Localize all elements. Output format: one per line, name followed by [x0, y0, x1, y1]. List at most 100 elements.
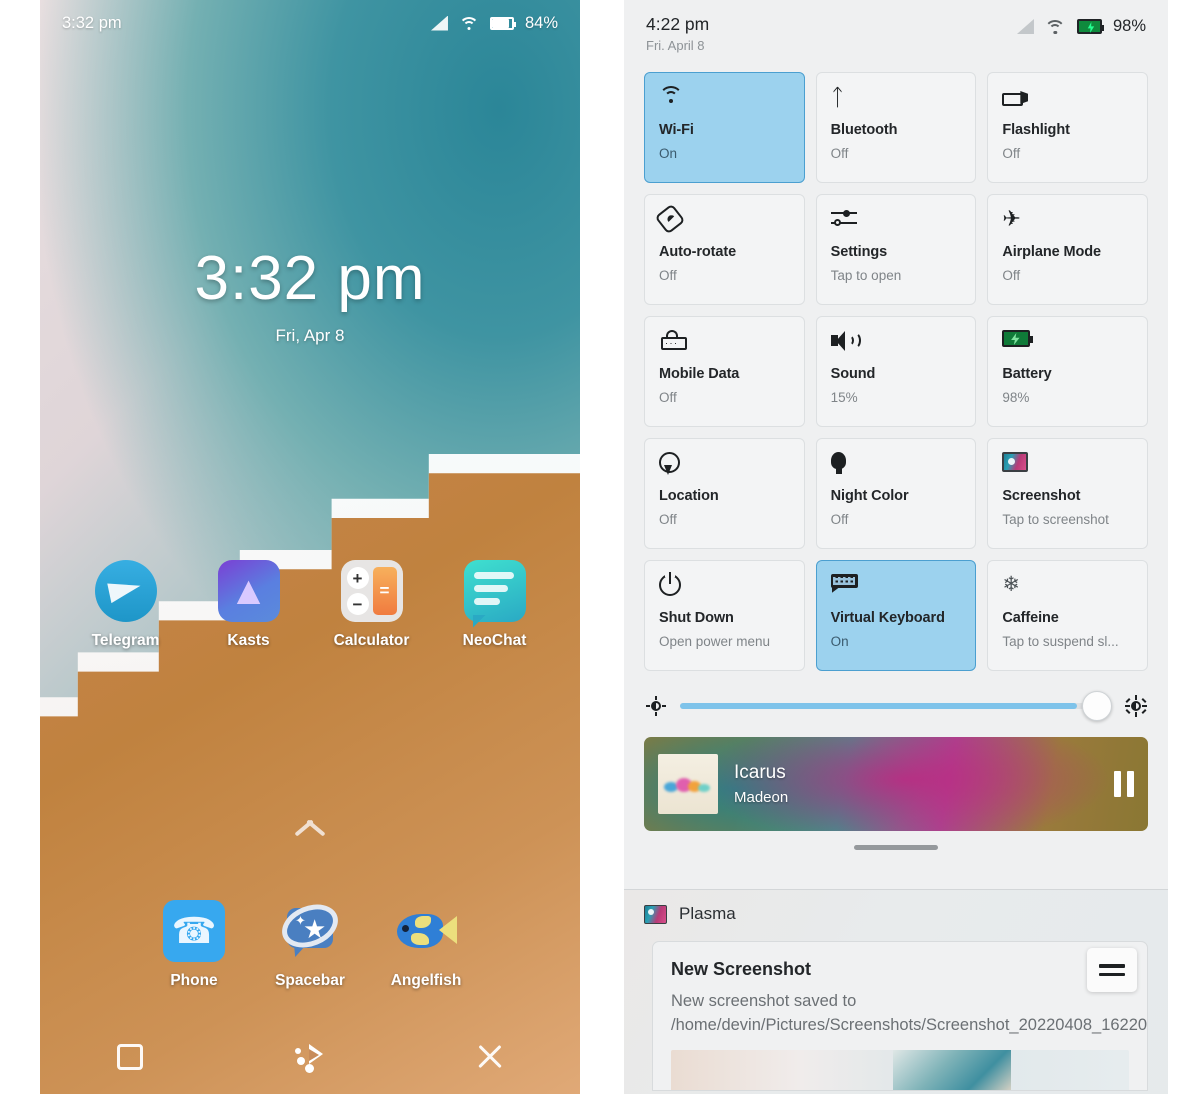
tile-mobile-data[interactable]: ․․․ Mobile Data Off — [644, 316, 805, 427]
x-icon — [475, 1042, 505, 1072]
media-title: Icarus — [734, 762, 786, 783]
slider-knob[interactable] — [1082, 691, 1112, 721]
tile-state: Off — [1002, 268, 1021, 283]
dots-arrow-icon — [293, 1042, 327, 1073]
quick-settings-grid: Wi-Fi On ᛏ Bluetooth Off Flashlight Off … — [624, 72, 1168, 671]
app-phone[interactable]: ☎ Phone — [136, 900, 252, 990]
flashlight-icon — [1002, 91, 1028, 106]
tile-shut-down[interactable]: Shut Down Open power menu — [644, 560, 805, 671]
notification-card[interactable]: New Screenshot New screenshot saved to /… — [652, 941, 1148, 1091]
app-spacebar[interactable]: ✦ ★ Spacebar — [252, 896, 368, 990]
media-artist: Madeon — [734, 789, 789, 806]
close-button[interactable] — [400, 1020, 580, 1094]
app-telegram[interactable]: Telegram — [64, 560, 187, 650]
app-kasts[interactable]: ▲ Kasts — [187, 560, 310, 650]
tile-label: Auto-rotate — [659, 244, 737, 260]
battery-charging-icon — [1002, 330, 1034, 347]
tile-wifi[interactable]: Wi-Fi On — [644, 72, 805, 183]
phone-status-bar: 3:32 pm 84% — [40, 0, 580, 46]
tile-state: Off — [659, 390, 677, 405]
tile-state: Open power menu — [659, 634, 771, 649]
tile-screenshot[interactable]: Screenshot Tap to screenshot — [987, 438, 1148, 549]
hamburger-menu-icon[interactable] — [1087, 948, 1137, 992]
calculator-icon: + − = — [340, 560, 403, 622]
snowflake-icon: ❄ — [1002, 573, 1020, 596]
tile-label: Caffeine — [1002, 610, 1059, 626]
notification-app-header: Plasma — [624, 890, 1168, 924]
notification-title: New Screenshot — [671, 959, 812, 979]
tile-label: Battery — [1002, 366, 1052, 382]
power-icon — [659, 571, 681, 596]
notification-area: Plasma New Screenshot New screenshot sav… — [624, 889, 1168, 1094]
tile-state: Tap to screenshot — [1002, 512, 1109, 527]
airplane-icon: ✈ — [1002, 206, 1021, 231]
lockscreen-clock: 3:32 pm Fri, Apr 8 — [40, 248, 580, 346]
kasts-icon: ▲ — [217, 560, 280, 622]
phone-navigation-bar — [40, 1020, 580, 1094]
phone-status-time: 3:32 pm — [62, 13, 122, 32]
pause-icon[interactable] — [1114, 771, 1134, 797]
notification-app-name: Plasma — [679, 904, 736, 923]
battery-icon — [489, 16, 516, 30]
app-label: Kasts — [227, 632, 270, 649]
app-calculator[interactable]: + − = Calculator — [310, 560, 433, 650]
tile-sound[interactable]: Sound 15% — [815, 316, 977, 427]
screenshot-icon — [1002, 452, 1029, 472]
tile-bluetooth[interactable]: ᛏ Bluetooth Off — [815, 72, 977, 183]
telegram-icon — [94, 560, 157, 622]
signal-icon — [1016, 19, 1034, 34]
wifi-icon — [1044, 19, 1066, 35]
notification-body: New screenshot saved to /home/devin/Pict… — [671, 992, 1148, 1034]
app-row-top: Telegram ▲ Kasts + − = Calculator NeoChat — [40, 560, 580, 650]
tile-airplane-mode[interactable]: ✈ Airplane Mode Off — [987, 194, 1148, 305]
tile-settings[interactable]: Settings Tap to open — [815, 194, 977, 305]
app-label: NeoChat — [462, 632, 527, 649]
tile-state: Off — [830, 512, 849, 527]
tile-night-color[interactable]: Night Color Off — [815, 438, 977, 549]
tile-virtual-keyboard[interactable]: Virtual Keyboard On — [815, 560, 977, 671]
tile-state: 15% — [830, 390, 858, 405]
tile-state: On — [830, 634, 849, 649]
tile-battery[interactable]: Battery 98% — [987, 316, 1148, 427]
media-player-widget[interactable]: Icarus Madeon — [644, 737, 1148, 831]
tile-flashlight[interactable]: Flashlight Off — [987, 72, 1148, 183]
notification-thumbnail — [671, 1049, 1129, 1090]
auto-rotate-icon — [654, 203, 686, 235]
phone-battery-percent: 84% — [524, 13, 558, 32]
tile-state: 98% — [1002, 390, 1030, 405]
lightbulb-icon — [830, 452, 846, 476]
angelfish-icon — [395, 900, 457, 962]
phone-homescreen: 3:32 pm 84% 3:32 pm Fri, Apr 8 Telegram … — [40, 0, 580, 1094]
drag-handle[interactable] — [854, 845, 938, 850]
tile-state: Off — [830, 146, 849, 161]
clock-date: Fri, Apr 8 — [275, 326, 345, 345]
speaker-icon — [830, 330, 861, 352]
task-switcher-button[interactable] — [40, 1020, 220, 1094]
home-button[interactable] — [220, 1020, 400, 1094]
tile-location[interactable]: Location Off — [644, 438, 805, 549]
phone-icon: ☎ — [163, 900, 225, 962]
mobile-data-icon: ․․․ — [659, 330, 687, 350]
tile-caffeine[interactable]: ❄ Caffeine Tap to suspend sl... — [987, 560, 1148, 671]
panel-time: 4:22 pm — [646, 14, 710, 34]
tile-label: Flashlight — [1002, 122, 1070, 138]
screenshot-stage: 3:32 pm 84% 3:32 pm Fri, Apr 8 Telegram … — [0, 0, 1200, 1094]
plasma-icon — [644, 904, 667, 924]
tile-label: Airplane Mode — [1002, 244, 1101, 260]
panel-battery-percent: 98% — [1112, 17, 1146, 35]
panel-status-bar: 4:22 pm Fri. April 8 98% — [624, 0, 1168, 72]
neochat-icon — [463, 560, 526, 622]
tile-auto-rotate[interactable]: Auto-rotate Off — [644, 194, 805, 305]
tile-label: Mobile Data — [659, 366, 740, 382]
tile-label: Wi-Fi — [659, 122, 694, 138]
app-label: Phone — [170, 972, 218, 989]
settings-sliders-icon — [830, 208, 857, 228]
tile-state: On — [659, 146, 678, 161]
wifi-icon — [458, 16, 479, 31]
app-neochat[interactable]: NeoChat — [433, 560, 556, 650]
brightness-slider[interactable] — [680, 691, 1112, 721]
app-angelfish[interactable]: Angelfish — [368, 900, 484, 990]
thumbnail-preview — [893, 1049, 1011, 1090]
tile-label: Settings — [830, 244, 888, 260]
chevron-up-icon[interactable] — [293, 818, 327, 836]
